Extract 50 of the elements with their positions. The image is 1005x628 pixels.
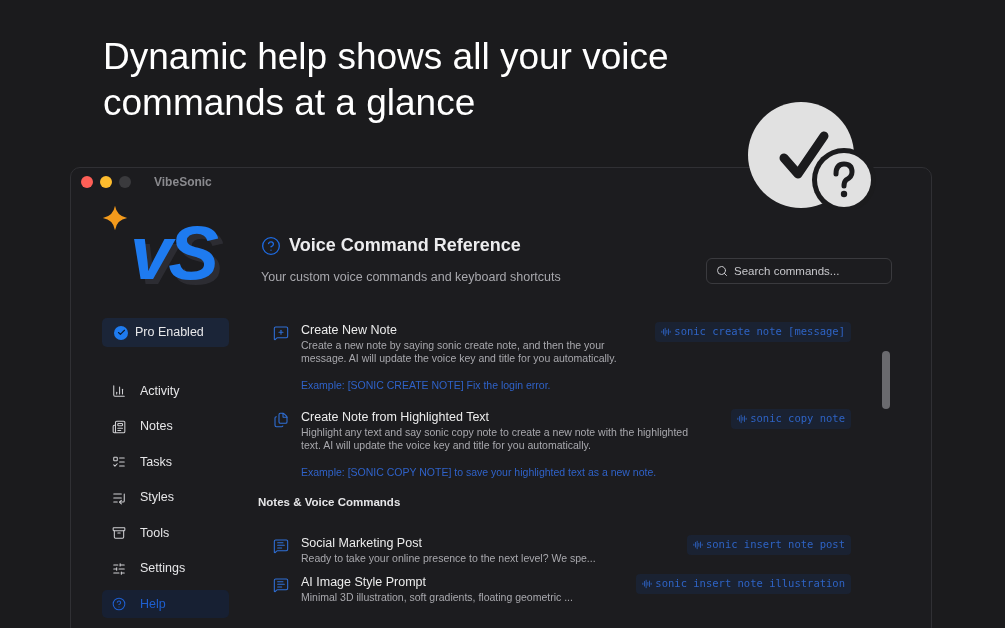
newspaper-icon bbox=[112, 419, 126, 434]
nav-item[interactable]: Activity bbox=[102, 377, 229, 405]
command-description: Minimal 3D illustration, soft gradients, floating geometric ... bbox=[301, 590, 573, 604]
command-example: Example: [SONIC CREATE NOTE] Fix the login error. bbox=[301, 377, 552, 393]
command-description: Create a new note by saying sonic create note, and then the your message. AI will update the voice key and title for you automatically. bbox=[301, 338, 618, 365]
scrollbar-thumb[interactable] bbox=[882, 351, 890, 409]
close-button[interactable] bbox=[81, 175, 93, 188]
waveform-icon bbox=[661, 326, 672, 337]
search-field[interactable]: Search commands... bbox=[706, 258, 892, 284]
command-chip: sonic create note [message] bbox=[655, 321, 851, 342]
command-title: Create New Note bbox=[301, 321, 398, 339]
minimize-button[interactable] bbox=[100, 175, 112, 188]
help-icon bbox=[112, 597, 126, 611]
bar-chart-icon bbox=[112, 384, 126, 398]
waveform-icon bbox=[737, 413, 748, 424]
command-description: Highlight any text and say sonic copy note to create a new note with the highlighted text. AI will update the voice key and title for you automatically. bbox=[301, 425, 689, 452]
help-icon bbox=[261, 235, 281, 256]
section-heading: Notes & Voice Commands bbox=[258, 495, 402, 511]
badge-label: Pro Enabled bbox=[135, 324, 204, 342]
command-title: Social Marketing Post bbox=[301, 534, 423, 552]
waveform-icon bbox=[642, 578, 653, 589]
command-description: Ready to take your online presence to the next level? We spe... bbox=[301, 551, 596, 565]
sparkle-icon bbox=[102, 205, 128, 231]
files-icon bbox=[273, 411, 289, 428]
headline: Dynamic help shows all your voice commands at a glance bbox=[103, 35, 670, 125]
waveform-icon bbox=[692, 539, 703, 550]
archive-icon bbox=[112, 526, 126, 540]
list-icon bbox=[112, 490, 126, 505]
message-plus-icon bbox=[273, 324, 289, 341]
command-chip: sonic insert note illustration bbox=[636, 573, 851, 594]
command-chip: sonic copy note bbox=[731, 408, 851, 429]
command-title: AI Image Style Prompt bbox=[301, 573, 428, 591]
page-title: Voice Command Reference bbox=[289, 234, 521, 257]
logo: vS bbox=[130, 213, 215, 293]
command-chip: sonic insert note post bbox=[686, 534, 851, 555]
message-icon bbox=[273, 537, 289, 554]
nav-item[interactable]: Notes bbox=[102, 412, 229, 441]
checklist-icon bbox=[112, 455, 126, 469]
message-icon bbox=[273, 576, 289, 593]
page-subtitle: Your custom voice commands and keyboard shortcuts bbox=[261, 269, 561, 286]
search-icon bbox=[716, 265, 728, 277]
check-icon bbox=[114, 325, 128, 340]
nav-item[interactable]: Settings bbox=[102, 554, 229, 583]
sliders-icon bbox=[112, 561, 126, 576]
nav-item[interactable]: Tasks bbox=[102, 448, 229, 476]
command-title: Create Note from Highlighted Text bbox=[301, 408, 491, 426]
nav-item[interactable]: Styles bbox=[102, 483, 229, 512]
window-title: VibeSonic bbox=[154, 173, 212, 191]
command-example: Example: [SONIC COPY NOTE] to save your highlighted text as a new note. bbox=[301, 464, 658, 480]
nav-item[interactable]: Tools bbox=[102, 519, 229, 547]
